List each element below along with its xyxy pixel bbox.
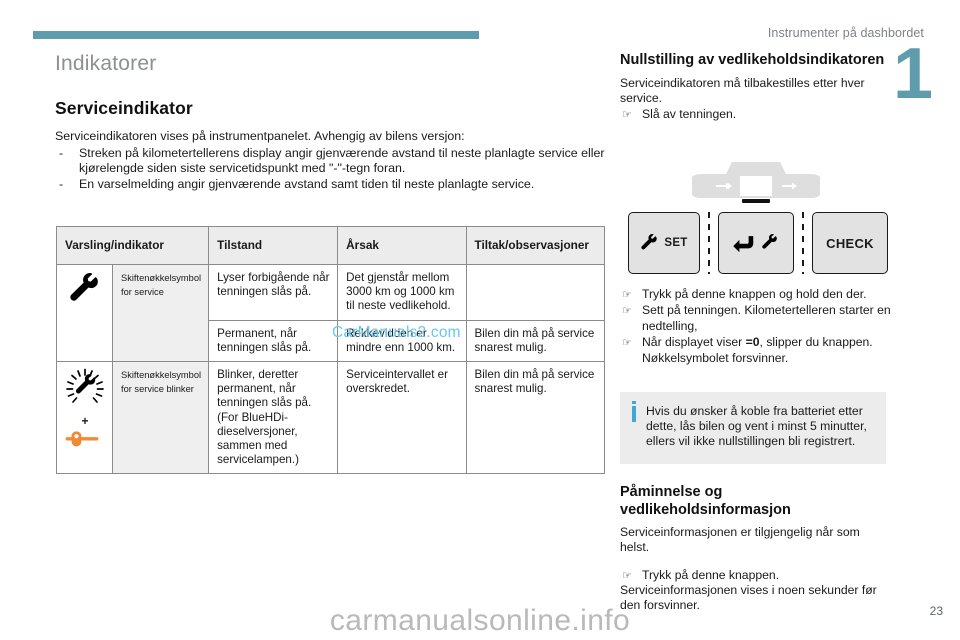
column-header-action: Tiltak/observasjoner	[465, 226, 605, 265]
table-header: Varsling/indikator Tilstand Årsak Tiltak…	[55, 226, 605, 265]
cell-icon-wrench	[56, 263, 113, 363]
column-header-indicator: Varsling/indikator	[55, 226, 210, 265]
hand-pointer-icon: ☞	[622, 305, 632, 318]
cell-icon-wrench-blinking: +	[56, 361, 113, 475]
list-item: ☞ Trykk på denne knappen og hold den der…	[620, 287, 892, 302]
dash-marker: -	[59, 145, 64, 160]
wrench-icon	[762, 234, 777, 249]
cell-action: Bilen din må på service snarest mulig.	[465, 361, 605, 475]
orange-wrench-icon	[65, 431, 99, 447]
right-paragraph-reset: Serviceindikatoren må tilbakestilles ett…	[620, 75, 865, 105]
hand-pointer-icon: ☞	[622, 337, 632, 350]
list-item: ☞ Når displayet viser =0, slipper du kna…	[620, 335, 892, 366]
cell-action: Bilen din må på service snarest mulig.	[465, 319, 605, 363]
cell-icon-name: Skiftenøkkelsymbol for service blinker	[111, 361, 210, 475]
list-item-value: =0	[745, 335, 760, 350]
info-note: Hvis du ønsker å koble fra batteriet ett…	[620, 392, 886, 464]
table-watermark: CarManuals2.com	[332, 324, 461, 341]
wrench-icon	[641, 233, 658, 249]
right-heading-reminder: Påminnelse og vedlikeholdsinformasjon	[620, 484, 791, 518]
column-header-state: Tilstand	[208, 226, 339, 265]
left-column: Indikatorer Serviceindikator Serviceindi…	[55, 52, 605, 192]
indicator-table: Varsling/indikator Tilstand Årsak Tiltak…	[55, 226, 605, 475]
set-button[interactable]: SET	[628, 212, 700, 274]
list-item-text: Slå av tenningen.	[642, 106, 737, 121]
footer-watermark: carmanualsonline.info	[329, 604, 631, 637]
info-note-text: Hvis du ønsker å koble fra batteriet ett…	[646, 404, 867, 449]
wrench-blinking-icon	[66, 368, 104, 403]
list-item-text: En varselmelding angir gjenværende avsta…	[79, 176, 535, 191]
chapter-number: 1	[892, 34, 933, 114]
back-arrow-icon	[733, 236, 754, 253]
intro-paragraph: Serviceindikatoren vises på instrumentpa…	[55, 129, 465, 143]
cell-state: Permanent, når tenningen slås på.	[208, 319, 339, 363]
reset-step-list-1: ☞ Slå av tenningen.	[620, 107, 890, 122]
right-paragraph-reminder: Serviceinformasjonen er tilgjengelig når…	[620, 525, 860, 554]
plus-sign: +	[81, 414, 89, 429]
reset-step-list-2: ☞ Trykk på denne knappen og hold den der…	[620, 286, 892, 366]
cell-cause: Det gjenstår mellom 3000 km og 1000 km t…	[337, 264, 467, 321]
check-button-label: CHECK	[826, 235, 874, 251]
dash-marker: -	[59, 176, 64, 191]
back-button[interactable]	[718, 212, 794, 274]
set-button-label: SET	[664, 237, 688, 249]
button-row: SET CHECK	[628, 212, 888, 274]
check-button[interactable]: CHECK	[812, 212, 888, 274]
info-icon-dot	[632, 401, 636, 404]
info-icon	[632, 406, 636, 422]
list-item: - Streken på kilometertellerens display …	[55, 146, 605, 177]
table-body: Skiftenøkkelsymbol for service Lyser for…	[56, 263, 605, 475]
list-item: - En varselmelding angir gjenværende avs…	[55, 177, 605, 193]
list-item-text: Trykk på denne knappen og hold den der.	[642, 287, 867, 301]
section-title-black: Serviceindikator	[55, 98, 193, 118]
intro-bullet-list: - Streken på kilometertellerens display …	[55, 146, 605, 193]
page-number: 23	[929, 604, 943, 618]
hand-pointer-icon: ☞	[622, 289, 632, 301]
section-title-gray: Indikatorer	[55, 52, 157, 75]
hand-pointer-icon: ☞	[622, 570, 632, 582]
reminder-step-list: ☞ Trykk på denne knappen.	[620, 568, 892, 583]
right-lower-section: Påminnelse og vedlikeholdsinformasjon Se…	[620, 484, 892, 613]
cell-state: Lyser forbigående når tenningen slås på.	[208, 264, 339, 321]
cell-icon-name: Skiftenøkkelsymbol for service	[111, 263, 210, 363]
list-item-text: Sett på tenningen. Kilometertelleren sta…	[642, 303, 891, 333]
column-header-cause: Årsak	[337, 226, 467, 265]
divider	[708, 212, 710, 274]
manual-page: Instrumenter på dashbordet 1 Indikatorer…	[0, 0, 960, 640]
wrench-icon	[70, 273, 98, 301]
right-column: Nullstilling av vedlikeholdsindikatoren …	[620, 52, 890, 122]
list-item-text-before: Når displayet viser	[642, 335, 746, 350]
cell-cause: Serviceintervallet er overskredet.	[337, 361, 467, 475]
table-row: Skiftenøkkelsymbol for service Lyser for…	[56, 263, 605, 363]
table-header-row: Varsling/indikator Tilstand Årsak Tiltak…	[55, 226, 605, 265]
dashboard-illustration: SET CHECK	[620, 160, 890, 280]
cell-action	[465, 264, 605, 321]
hand-pointer-icon: ☞	[622, 108, 632, 121]
right-heading-reset: Nullstilling av vedlikeholdsindikatoren	[620, 52, 885, 68]
cell-state: Blinker, deretter permanent, når tenning…	[208, 361, 339, 475]
list-item: ☞ Sett på tenningen. Kilometertelleren s…	[620, 303, 892, 334]
instrument-cluster-icon	[692, 162, 820, 203]
list-item: ☞ Slå av tenningen.	[620, 107, 890, 122]
list-item-text: Streken på kilometertellerens display an…	[79, 145, 605, 176]
table-row: + Skiftenøkkelsymbol for service blinker…	[56, 361, 605, 475]
divider	[802, 212, 804, 274]
list-item-text: Trykk på denne knappen.	[642, 568, 780, 582]
header-accent-rule	[33, 31, 479, 39]
list-item: ☞ Trykk på denne knappen.	[620, 568, 892, 583]
